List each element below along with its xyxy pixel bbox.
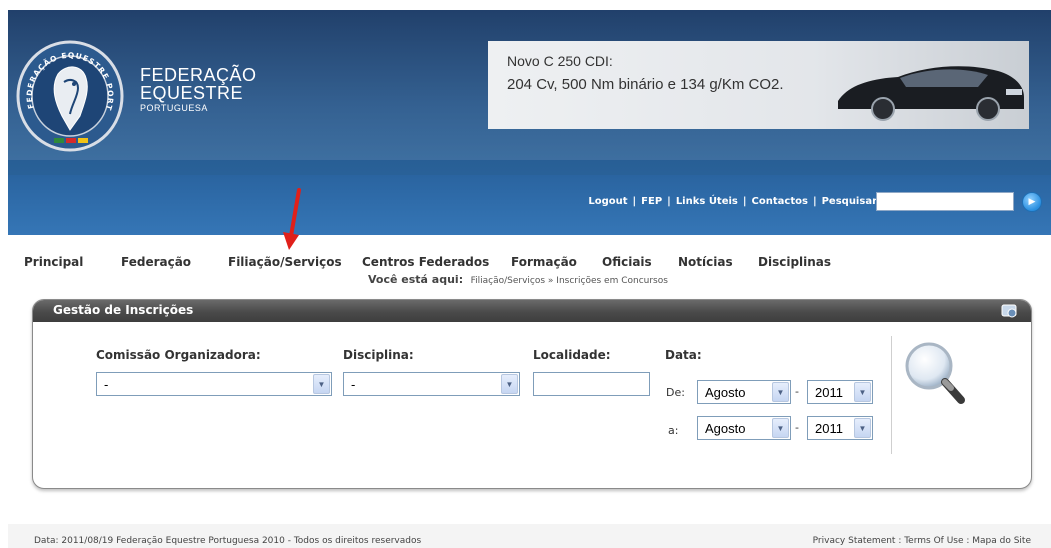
ad-line-1: Novo C 250 CDI: bbox=[507, 53, 613, 69]
disciplina-label: Disciplina: bbox=[343, 348, 414, 362]
panel-title: Gestão de Inscrições bbox=[53, 303, 194, 317]
nav-item-disciplinas[interactable]: Disciplinas bbox=[758, 255, 831, 269]
localidade-label: Localidade: bbox=[533, 348, 611, 362]
localidade-input[interactable] bbox=[533, 372, 650, 396]
arrow-right-icon: ▶ bbox=[1028, 197, 1036, 207]
a-year-select[interactable]: 2011 ▼ bbox=[807, 416, 873, 440]
footer-copyright: Data: 2011/08/19 Federação Equestre Port… bbox=[34, 536, 422, 546]
breadcrumb-label: Você está aqui: bbox=[368, 273, 464, 286]
comissao-select[interactable]: - ▼ bbox=[96, 372, 332, 396]
links-uteis-link[interactable]: Links Úteis bbox=[676, 196, 738, 207]
date-dash: - bbox=[795, 385, 799, 398]
de-label: De: bbox=[666, 386, 685, 399]
chevron-down-icon[interactable]: ▼ bbox=[313, 374, 330, 394]
nav-item-federacao[interactable]: Federação bbox=[121, 255, 191, 269]
fep-link[interactable]: FEP bbox=[641, 196, 662, 207]
main-nav: Principal Federação Filiação/Serviços Ce… bbox=[24, 255, 1034, 275]
date-dash: - bbox=[795, 421, 799, 434]
red-arrow-annotation bbox=[283, 188, 301, 250]
search-label: Pesquisar: bbox=[821, 196, 881, 207]
search-input[interactable] bbox=[876, 192, 1014, 211]
brand-name: FEDERAÇÃO EQUESTRE PORTUGUESA bbox=[140, 66, 257, 114]
chevron-down-icon[interactable]: ▼ bbox=[501, 374, 518, 394]
logout-link[interactable]: Logout bbox=[588, 196, 627, 207]
a-month-select[interactable]: Agosto ▼ bbox=[697, 416, 791, 440]
nav-item-oficiais[interactable]: Oficiais bbox=[602, 255, 652, 269]
separator: | bbox=[742, 196, 747, 207]
brand-line-2: EQUESTRE bbox=[140, 83, 244, 103]
divider bbox=[891, 336, 892, 454]
nav-item-principal[interactable]: Principal bbox=[24, 255, 83, 269]
a-month-value: Agosto bbox=[705, 421, 746, 436]
contactos-link[interactable]: Contactos bbox=[752, 196, 808, 207]
search-magnifier-icon[interactable] bbox=[901, 340, 969, 408]
nav-item-formacao[interactable]: Formação bbox=[511, 255, 577, 269]
top-links: Logout | FEP | Links Úteis | Contactos | Pesquis… bbox=[588, 196, 881, 207]
chevron-down-icon[interactable]: ▼ bbox=[854, 418, 871, 438]
breadcrumb: Você está aqui: Filiação/Serviços » Insc… bbox=[368, 273, 668, 286]
brand-line-1: FEDERAÇÃO bbox=[140, 65, 257, 85]
nav-item-filiacao-servicos[interactable]: Filiação/Serviços bbox=[228, 255, 342, 269]
nav-item-noticias[interactable]: Notícias bbox=[678, 255, 733, 269]
comissao-label: Comissão Organizadora: bbox=[96, 348, 261, 362]
ad-banner[interactable]: Novo C 250 CDI: 204 Cv, 500 Nm binário e… bbox=[488, 41, 1029, 129]
a-label: a: bbox=[668, 424, 679, 437]
panel-header: Gestão de Inscrições bbox=[33, 300, 1031, 322]
de-year-select[interactable]: 2011 ▼ bbox=[807, 380, 873, 404]
chevron-down-icon[interactable]: ▼ bbox=[772, 418, 789, 438]
separator: | bbox=[632, 196, 637, 207]
page: FEDERAÇÃO EQUESTRE PORTUGUESA FEDERAÇÃO … bbox=[0, 0, 1051, 548]
de-month-value: Agosto bbox=[705, 385, 746, 400]
panel-settings-icon[interactable] bbox=[1001, 303, 1019, 319]
breadcrumb-path[interactable]: Filiação/Serviços » Inscrições em Concur… bbox=[471, 276, 668, 286]
nav-item-centros-federados[interactable]: Centros Federados bbox=[362, 255, 489, 269]
car-image bbox=[838, 66, 1024, 121]
federation-logo-seal[interactable]: FEDERAÇÃO EQUESTRE PORTUGUESA bbox=[14, 38, 126, 160]
de-year-value: 2011 bbox=[815, 385, 843, 400]
data-label: Data: bbox=[665, 348, 702, 362]
disciplina-select[interactable]: - ▼ bbox=[343, 372, 520, 396]
registrations-panel: Gestão de Inscrições Comissão Organizado… bbox=[32, 299, 1032, 489]
comissao-value: - bbox=[104, 377, 109, 392]
a-year-value: 2011 bbox=[815, 421, 843, 436]
search-go-button[interactable]: ▶ bbox=[1022, 192, 1042, 212]
separator: | bbox=[667, 196, 671, 207]
de-month-select[interactable]: Agosto ▼ bbox=[697, 380, 791, 404]
chevron-down-icon[interactable]: ▼ bbox=[854, 382, 871, 402]
footer-links[interactable]: Privacy Statement : Terms Of Use : Mapa … bbox=[813, 536, 1031, 546]
separator: | bbox=[812, 196, 817, 207]
ad-line-2: 204 Cv, 500 Nm binário e 134 g/Km CO2. bbox=[507, 76, 784, 93]
brand-line-3: PORTUGUESA bbox=[140, 103, 208, 113]
disciplina-value: - bbox=[351, 377, 356, 392]
chevron-down-icon[interactable]: ▼ bbox=[772, 382, 789, 402]
